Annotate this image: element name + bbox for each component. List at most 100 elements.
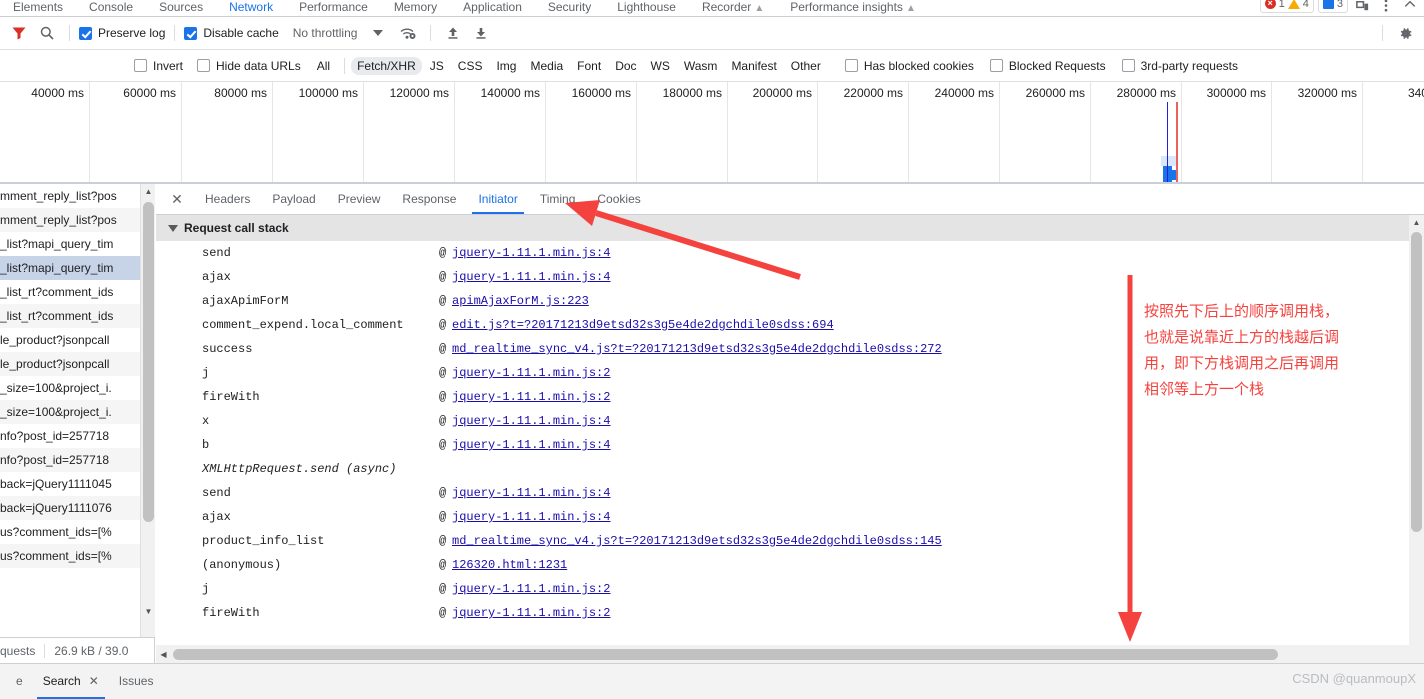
filter-type-media[interactable]: Media	[524, 57, 569, 75]
scroll-up-icon[interactable]: ▲	[141, 184, 156, 199]
disable-cache-checkbox[interactable]: Disable cache	[184, 26, 279, 40]
detail-tab-cookies[interactable]: Cookies	[586, 184, 651, 214]
panel-tab-sources[interactable]: Sources	[146, 0, 216, 16]
panel-tab-security[interactable]: Security	[535, 0, 604, 16]
gear-icon[interactable]	[1392, 20, 1418, 46]
call-stack-source-link[interactable]: apimAjaxForM.js:223	[452, 289, 589, 313]
panel-tab-lighthouse[interactable]: Lighthouse	[604, 0, 689, 16]
panel-tab-performance-insights[interactable]: Performance insights ▲	[777, 0, 929, 16]
filter-type-ws[interactable]: WS	[645, 57, 676, 75]
request-list-scrollbar[interactable]: ▲ ▼	[140, 184, 155, 637]
filter-type-fetch-xhr[interactable]: Fetch/XHR	[351, 56, 422, 75]
panel-tab-console[interactable]: Console	[76, 0, 146, 16]
message-count-badge[interactable]: 3	[1317, 0, 1348, 13]
call-stack-source-link[interactable]: jquery-1.11.1.min.js:2	[452, 601, 610, 625]
network-conditions-icon[interactable]	[395, 20, 421, 46]
call-stack-source-link[interactable]: 126320.html:1231	[452, 553, 567, 577]
request-list-item[interactable]: le_product?jsonpcall	[0, 328, 154, 352]
filter-type-css[interactable]: CSS	[452, 57, 489, 75]
call-stack-source-link[interactable]: md_realtime_sync_v4.js?t=?20171213d9etsd…	[452, 337, 942, 361]
call-stack-source-link[interactable]: jquery-1.11.1.min.js:4	[452, 505, 610, 529]
chevron-down-icon[interactable]	[373, 30, 384, 36]
drawer-tab-issues[interactable]: Issues	[109, 664, 164, 699]
call-stack-source-link[interactable]: jquery-1.11.1.min.js:4	[452, 241, 610, 265]
request-list-item[interactable]: le_product?jsonpcall	[0, 352, 154, 376]
call-stack-source-link[interactable]: jquery-1.11.1.min.js:4	[452, 409, 610, 433]
drawer-tab-search[interactable]: Search ✕	[33, 664, 109, 699]
call-stack-source-link[interactable]: jquery-1.11.1.min.js:2	[452, 577, 610, 601]
filter-type-font[interactable]: Font	[571, 57, 607, 75]
detail-tab-initiator[interactable]: Initiator	[467, 184, 528, 214]
call-stack-source-link[interactable]: jquery-1.11.1.min.js:2	[452, 385, 610, 409]
request-list-item[interactable]: nfo?post_id=257718	[0, 448, 154, 472]
request-call-stack-header[interactable]: Request call stack	[156, 215, 1424, 241]
panel-tab-performance[interactable]: Performance	[286, 0, 381, 16]
more-options-icon[interactable]	[1376, 0, 1396, 16]
throttling-value[interactable]: No throttling	[293, 26, 358, 40]
issue-counts-badge[interactable]: × 1 4	[1259, 0, 1314, 13]
horizontal-scrollbar-thumb[interactable]	[173, 648, 1278, 660]
call-stack-source-link[interactable]: md_realtime_sync_v4.js?t=?20171213d9etsd…	[452, 529, 942, 553]
filter-type-other[interactable]: Other	[785, 57, 827, 75]
filter-type-manifest[interactable]: Manifest	[725, 57, 782, 75]
panel-tab-network[interactable]: Network	[216, 0, 286, 16]
filter-type-doc[interactable]: Doc	[609, 57, 642, 75]
detail-scrollbar[interactable]: ▲	[1409, 215, 1424, 645]
search-icon[interactable]	[34, 20, 60, 46]
panel-tab-elements[interactable]: Elements	[0, 0, 76, 16]
filter-icon[interactable]	[6, 20, 32, 46]
detail-tab-payload[interactable]: Payload	[261, 184, 326, 214]
request-list-item[interactable]: back=jQuery1111076	[0, 496, 154, 520]
close-devtools-icon[interactable]	[1400, 0, 1420, 16]
call-stack-source-link[interactable]: jquery-1.11.1.min.js:2	[452, 361, 610, 385]
import-har-icon[interactable]	[440, 20, 466, 46]
scroll-down-icon[interactable]: ▼	[141, 604, 156, 619]
detail-tab-response[interactable]: Response	[391, 184, 467, 214]
third-party-requests-checkbox[interactable]: 3rd-party requests	[1121, 59, 1238, 73]
filter-type-all[interactable]: All	[311, 57, 336, 75]
at-symbol: @	[439, 582, 447, 596]
invert-checkbox[interactable]: Invert	[134, 59, 183, 73]
panel-tab-memory[interactable]: Memory	[381, 0, 450, 16]
filter-type-img[interactable]: Img	[490, 57, 522, 75]
drawer-tab-e[interactable]: e	[6, 664, 33, 699]
scroll-left-icon[interactable]: ◀	[156, 645, 171, 663]
detail-tab-headers[interactable]: Headers	[194, 184, 261, 214]
panel-tab-application[interactable]: Application	[450, 0, 535, 16]
detail-tab-preview[interactable]: Preview	[327, 184, 392, 214]
request-list-item[interactable]: _list_rt?comment_ids	[0, 304, 154, 328]
request-list-item[interactable]: mment_reply_list?pos	[0, 184, 154, 208]
hide-data-urls-checkbox[interactable]: Hide data URLs	[197, 59, 301, 73]
devices-icon[interactable]	[1352, 0, 1372, 16]
call-stack-source-link[interactable]: edit.js?t=?20171213d9etsd32s3g5e4de2dgch…	[452, 313, 834, 337]
request-list-item[interactable]: us?comment_ids=[%	[0, 520, 154, 544]
export-har-icon[interactable]	[468, 20, 494, 46]
request-list-item[interactable]: _list?mapi_query_tim	[0, 256, 154, 280]
filter-type-js[interactable]: JS	[424, 57, 450, 75]
has-blocked-cookies-checkbox[interactable]: Has blocked cookies	[844, 59, 974, 73]
request-list-item[interactable]: _size=100&project_i.	[0, 400, 154, 424]
request-list-item[interactable]: _list_rt?comment_ids	[0, 280, 154, 304]
request-list-item[interactable]: nfo?post_id=257718	[0, 424, 154, 448]
preserve-log-checkbox[interactable]: Preserve log	[79, 26, 165, 40]
filter-type-wasm[interactable]: Wasm	[678, 57, 724, 75]
detail-tab-timing[interactable]: Timing	[529, 184, 587, 214]
request-list-item[interactable]: us?comment_ids=[%	[0, 544, 154, 568]
request-list-item[interactable]: mment_reply_list?pos	[0, 208, 154, 232]
network-overview-timeline[interactable]: 40000 ms 60000 ms 80000 ms 100000 ms 120000 …	[0, 82, 1424, 184]
panel-tab-recorder[interactable]: Recorder ▲	[689, 0, 777, 16]
call-stack-source-link[interactable]: jquery-1.11.1.min.js:4	[452, 265, 610, 289]
request-list-item[interactable]: _list?mapi_query_tim	[0, 232, 154, 256]
detail-horizontal-scrollbar[interactable]: ◀	[156, 645, 1424, 663]
call-stack-source-link[interactable]: jquery-1.11.1.min.js:4	[452, 433, 610, 457]
close-detail-icon[interactable]: ✕	[164, 186, 190, 212]
filter-input[interactable]	[2, 56, 120, 75]
request-list-item[interactable]: back=jQuery1111045	[0, 472, 154, 496]
close-icon[interactable]: ✕	[89, 664, 99, 699]
detail-scroll-up-icon[interactable]: ▲	[1409, 215, 1424, 230]
request-list-item[interactable]: _size=100&project_i.	[0, 376, 154, 400]
blocked-requests-checkbox[interactable]: Blocked Requests	[989, 59, 1106, 73]
call-stack-source-link[interactable]: jquery-1.11.1.min.js:4	[452, 481, 610, 505]
request-list[interactable]: mment_reply_list?pos mment_reply_list?pos…	[0, 184, 155, 637]
request-scrollbar-thumb[interactable]	[143, 202, 154, 522]
